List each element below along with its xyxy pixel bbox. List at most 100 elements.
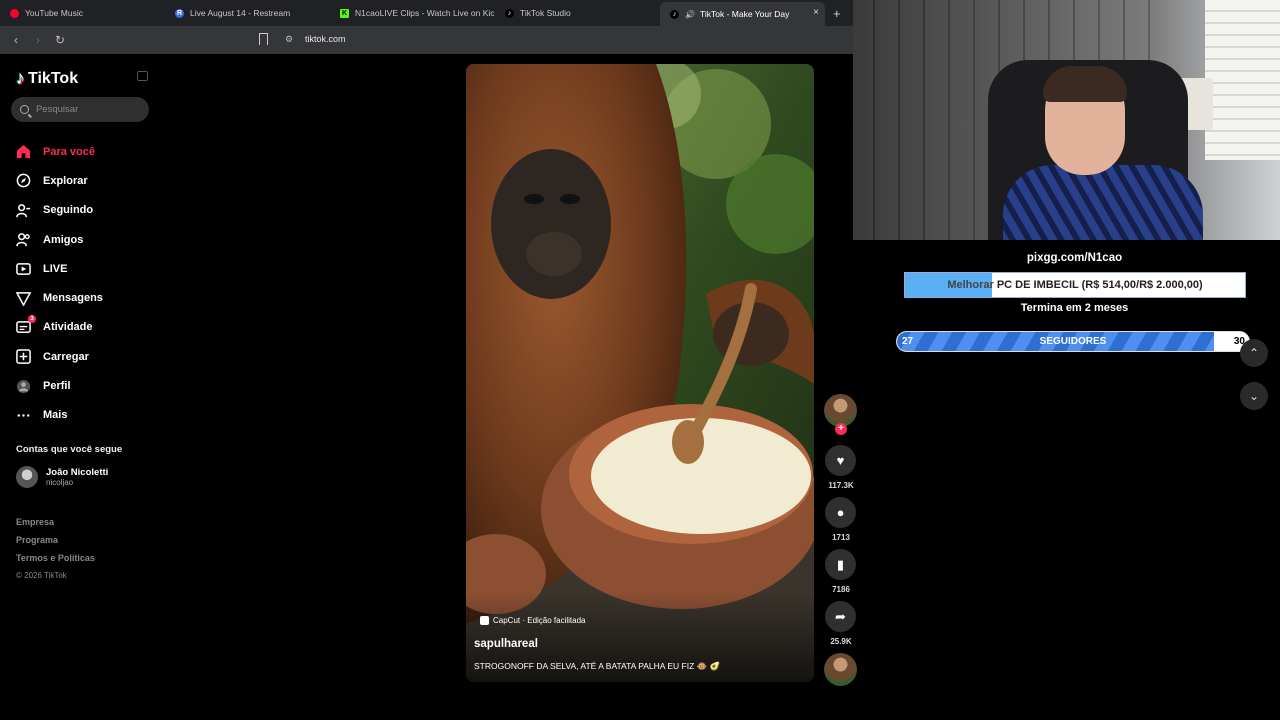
browser-tab[interactable]: ♪ TikTok Studio [495, 0, 660, 26]
followers-label: SEGUIDORES [1039, 336, 1107, 347]
goal-title: pixgg.com/N1cao [1026, 252, 1123, 264]
sidebar-footer: Empresa Programa Termos e Políticas © 20… [16, 517, 95, 589]
close-tab-icon[interactable]: × [813, 7, 819, 18]
reload-icon[interactable]: ↻ [54, 33, 66, 47]
save-count: 7186 [832, 585, 850, 594]
next-video-button[interactable]: ⌄ [1240, 382, 1268, 410]
search-bar[interactable] [11, 97, 149, 122]
bookmark-icon[interactable] [259, 33, 268, 45]
previous-video-button[interactable]: ⌃ [1240, 339, 1268, 367]
goal-text-main: PC DE IMBECIL (R$ 514,00/R$ 2.000,00) [993, 279, 1203, 291]
browser-tab-bar: YouTube Music R Live August 14 - Restrea… [0, 0, 853, 26]
tab-title: TikTok Studio [520, 8, 571, 18]
capcut-icon [480, 616, 489, 625]
youtube-music-icon [10, 8, 19, 18]
sidebar-item-amigos[interactable]: Amigos [16, 225, 103, 254]
share-count: 25.9K [830, 637, 852, 646]
creator-avatar[interactable]: + [824, 394, 857, 435]
tiktok-sidebar: ♪ TikTok Para você Explorar [0, 54, 160, 720]
url-field[interactable]: tiktok.com [305, 34, 346, 44]
home-icon [16, 144, 31, 159]
sidebar-item-para-voce[interactable]: Para você [16, 137, 103, 166]
footer-link-empresa[interactable]: Empresa [16, 517, 95, 535]
back-icon[interactable]: ‹ [10, 33, 22, 47]
forward-icon[interactable]: › [32, 33, 44, 47]
copyright: © 2026 TikTok [16, 571, 67, 580]
search-input[interactable] [36, 104, 136, 115]
video-player[interactable]: CapCut · Edição facilitada sapulhareal S… [466, 64, 814, 682]
tiktok-logo[interactable]: ♪ TikTok [16, 68, 78, 89]
sidebar-item-perfil[interactable]: Perfil [16, 371, 103, 400]
goal-text-prefix: Melhorar [947, 279, 994, 291]
activity-icon: 3 [16, 314, 36, 335]
webcam-feed [853, 0, 1280, 240]
sidebar-item-label: Perfil [43, 380, 71, 393]
sidebar-item-mais[interactable]: Mais [16, 401, 103, 430]
video-frame-image [466, 64, 814, 682]
goal-end-text: Termina em 2 meses [1020, 302, 1129, 314]
account-name: João Nicoletti [46, 467, 109, 478]
address-bar: ‹ › ↻ ⚙ tiktok.com [0, 26, 853, 54]
like-button[interactable]: ♥ [825, 445, 856, 476]
tab-title: Live August 14 - Restream [190, 8, 291, 18]
kick-icon: K [340, 8, 349, 18]
bookmark-icon: ▮ [836, 556, 845, 572]
tiktok-icon: ♪ [505, 8, 514, 18]
streamer-shirt [1003, 165, 1203, 240]
account-handle: nicoljao [46, 478, 74, 487]
window-blinds [1205, 0, 1280, 160]
avatar [16, 466, 38, 488]
following-icon [16, 203, 31, 218]
goal-text: Melhorar PC DE IMBECIL (R$ 514,00/R$ 2.0… [905, 279, 1245, 291]
sidebar-item-live[interactable]: LIVE [16, 254, 103, 283]
follow-plus-icon[interactable]: + [835, 423, 847, 435]
sidebar-item-atividade[interactable]: 3 Atividade [16, 313, 103, 342]
heart-icon: ♥ [836, 453, 845, 468]
comment-icon: ● [836, 505, 845, 520]
restream-icon: R [175, 8, 184, 18]
sidebar-item-label: Para você [43, 145, 95, 158]
sidebar-item-explorar[interactable]: Explorar [16, 166, 103, 195]
sidebar-item-label: Carregar [43, 350, 89, 363]
chevron-up-icon: ⌃ [1248, 346, 1260, 360]
tab-title: YouTube Music [25, 8, 83, 18]
share-icon: ➦ [835, 608, 846, 624]
following-section-title: Contas que você segue [16, 444, 123, 455]
footer-link-termos[interactable]: Termos e Políticas [16, 553, 95, 571]
tiktok-icon: ♪ [670, 9, 679, 19]
sidebar-item-label: Amigos [43, 233, 84, 246]
logo-text: TikTok [28, 69, 79, 87]
sidebar-item-label: Atividade [43, 321, 93, 334]
tab-title: N1caoLIVE Clips - Watch Live on Kick [355, 8, 495, 18]
browser-tab-active[interactable]: ♪ 🔊 TikTok - Make Your Day × [660, 2, 825, 26]
capcut-tag[interactable]: CapCut · Edição facilitada [480, 616, 586, 625]
notification-badge: 3 [28, 314, 36, 323]
message-icon [16, 291, 31, 306]
sidebar-item-seguindo[interactable]: Seguindo [16, 196, 103, 225]
browser-tab[interactable]: K N1caoLIVE Clips - Watch Live on Kick [330, 0, 495, 26]
more-icon [16, 408, 31, 423]
comment-button[interactable]: ● [825, 497, 856, 528]
new-tab-button[interactable]: + [833, 6, 841, 21]
browser-tab[interactable]: YouTube Music [0, 0, 165, 26]
followed-account[interactable]: João Nicoletti nicoljao [16, 466, 108, 488]
footer-link-programa[interactable]: Programa [16, 535, 95, 553]
sidebar-item-carregar[interactable]: Carregar [16, 342, 103, 371]
browser-tab[interactable]: R Live August 14 - Restream [165, 0, 330, 26]
share-button[interactable]: ➦ [825, 601, 856, 632]
sidebar-item-mensagens[interactable]: Mensagens [16, 283, 103, 312]
profile-icon [16, 379, 31, 394]
music-disc-avatar[interactable] [824, 653, 857, 686]
video-description: STROGONOFF DA SELVA, ATÉ A BATATA PALHA … [474, 661, 721, 671]
video-username[interactable]: sapulhareal [474, 638, 538, 650]
tiktok-logo-icon: ♪ [16, 68, 25, 88]
collapse-sidebar-icon[interactable] [137, 71, 148, 81]
site-info-icon[interactable]: ⚙ [285, 34, 293, 45]
screen: YouTube Music R Live August 14 - Restrea… [0, 0, 1280, 720]
tab-title: TikTok - Make Your Day [699, 9, 790, 19]
video-actions: + ♥ 117.3K ● 1713 ▮ 7186 ➦ 25.9K [822, 394, 859, 686]
friends-icon [16, 232, 31, 247]
save-button[interactable]: ▮ [825, 549, 856, 580]
followers-goal-bar: 27 SEGUIDORES 30 [896, 331, 1250, 352]
donation-goal-bar: Melhorar PC DE IMBECIL (R$ 514,00/R$ 2.0… [904, 272, 1246, 298]
